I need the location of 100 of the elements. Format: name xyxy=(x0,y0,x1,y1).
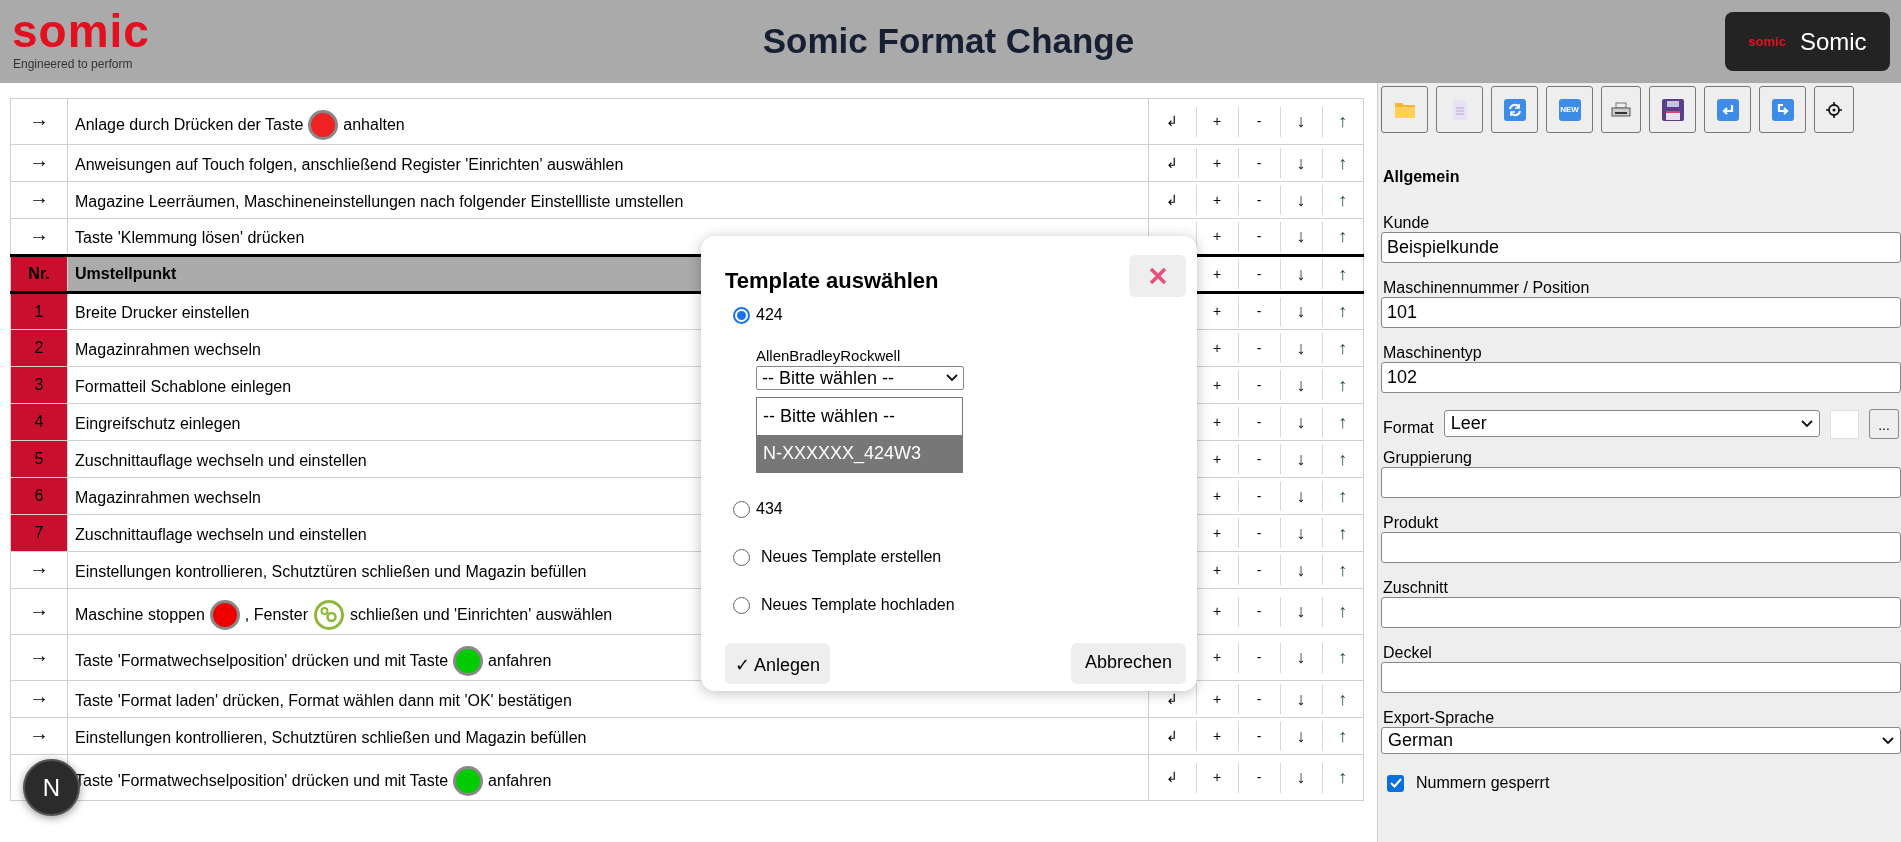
add-button[interactable]: + xyxy=(1212,725,1222,747)
add-button[interactable]: + xyxy=(1212,688,1222,710)
remove-button[interactable]: - xyxy=(1256,647,1262,668)
move-down-button[interactable]: ↓ xyxy=(1296,149,1306,177)
move-down-button[interactable]: ↓ xyxy=(1296,223,1306,250)
add-button[interactable]: + xyxy=(1212,189,1222,211)
color-swatch[interactable] xyxy=(1830,410,1860,439)
add-button[interactable]: + xyxy=(1212,522,1222,544)
undo-button[interactable] xyxy=(1704,86,1751,133)
add-button[interactable]: + xyxy=(1212,601,1222,622)
move-down-button[interactable]: ↓ xyxy=(1296,598,1306,625)
remove-button[interactable]: - xyxy=(1256,448,1262,470)
move-down-button[interactable]: ↓ xyxy=(1296,408,1306,436)
remove-button[interactable]: - xyxy=(1256,601,1262,622)
input-field[interactable] xyxy=(1381,597,1901,628)
insert-button[interactable]: ↲ xyxy=(1166,767,1179,788)
remove-button[interactable]: - xyxy=(1256,767,1262,788)
move-down-button[interactable]: ↓ xyxy=(1296,519,1306,547)
move-down-button[interactable]: ↓ xyxy=(1296,298,1306,325)
language-select[interactable]: German xyxy=(1381,727,1901,754)
input-field[interactable] xyxy=(1381,467,1901,498)
add-button[interactable]: + xyxy=(1212,301,1222,322)
move-up-button[interactable]: ↑ xyxy=(1338,260,1348,288)
document-button[interactable] xyxy=(1436,86,1483,133)
move-up-button[interactable]: ↑ xyxy=(1338,371,1348,399)
dropdown-option[interactable]: N-XXXXXX_424W3 xyxy=(757,435,962,472)
move-up-button[interactable]: ↑ xyxy=(1338,408,1348,436)
refresh-button[interactable] xyxy=(1491,86,1538,133)
remove-button[interactable]: - xyxy=(1256,263,1262,285)
move-up-button[interactable]: ↑ xyxy=(1338,764,1348,791)
move-down-button[interactable]: ↓ xyxy=(1296,260,1306,288)
account-button[interactable]: somic Somic xyxy=(1725,12,1890,71)
move-up-button[interactable]: ↑ xyxy=(1338,149,1348,177)
settings-button[interactable] xyxy=(1814,86,1854,133)
move-down-button[interactable]: ↓ xyxy=(1296,371,1306,399)
add-button[interactable]: + xyxy=(1212,485,1222,507)
input-field[interactable] xyxy=(1381,532,1901,563)
insert-button[interactable]: ↲ xyxy=(1166,152,1179,174)
add-button[interactable]: + xyxy=(1212,559,1222,581)
move-up-button[interactable]: ↑ xyxy=(1338,598,1348,625)
insert-button[interactable]: ↲ xyxy=(1166,725,1179,747)
remove-button[interactable]: - xyxy=(1256,688,1262,710)
format-select[interactable]: Leer xyxy=(1443,410,1821,437)
move-up-button[interactable]: ↑ xyxy=(1338,556,1348,584)
move-up-button[interactable]: ↑ xyxy=(1338,519,1348,547)
close-button[interactable] xyxy=(1129,255,1186,297)
remove-button[interactable]: - xyxy=(1256,226,1262,247)
move-up-button[interactable]: ↑ xyxy=(1338,644,1348,671)
move-up-button[interactable]: ↑ xyxy=(1338,334,1348,362)
move-down-button[interactable]: ↓ xyxy=(1296,764,1306,791)
remove-button[interactable]: - xyxy=(1256,152,1262,174)
move-down-button[interactable]: ↓ xyxy=(1296,644,1306,671)
remove-button[interactable]: - xyxy=(1256,374,1262,396)
move-up-button[interactable]: ↑ xyxy=(1338,108,1348,135)
move-up-button[interactable]: ↑ xyxy=(1338,186,1348,214)
redo-button[interactable] xyxy=(1759,86,1806,133)
more-button[interactable]: ... xyxy=(1869,409,1899,439)
remove-button[interactable]: - xyxy=(1256,522,1262,544)
open-button[interactable] xyxy=(1381,86,1428,133)
radio-button[interactable] xyxy=(733,306,750,324)
create-button[interactable]: ✓ Anlegen xyxy=(725,643,831,684)
move-up-button[interactable]: ↑ xyxy=(1338,445,1348,473)
save-button[interactable] xyxy=(1649,86,1696,133)
move-up-button[interactable]: ↑ xyxy=(1338,298,1348,325)
print-button[interactable] xyxy=(1601,86,1641,133)
input-field[interactable] xyxy=(1381,662,1901,693)
cancel-button[interactable]: Abbrechen xyxy=(1070,643,1186,684)
add-button[interactable]: + xyxy=(1212,767,1222,788)
input-field[interactable]: Beispielkunde xyxy=(1381,232,1901,263)
add-button[interactable]: + xyxy=(1212,111,1222,132)
add-button[interactable]: + xyxy=(1212,411,1222,433)
move-down-button[interactable]: ↓ xyxy=(1296,334,1306,362)
remove-button[interactable]: - xyxy=(1256,111,1262,132)
remove-button[interactable]: - xyxy=(1256,725,1262,747)
add-button[interactable]: + xyxy=(1212,152,1222,174)
add-button[interactable]: + xyxy=(1212,337,1222,359)
remove-button[interactable]: - xyxy=(1256,301,1262,322)
add-button[interactable]: + xyxy=(1212,226,1222,247)
add-button[interactable]: + xyxy=(1212,448,1222,470)
input-field[interactable]: 102 xyxy=(1381,362,1901,393)
add-button[interactable]: + xyxy=(1212,263,1222,285)
remove-button[interactable]: - xyxy=(1256,411,1262,433)
move-down-button[interactable]: ↓ xyxy=(1296,685,1306,713)
move-up-button[interactable]: ↑ xyxy=(1338,482,1348,510)
move-down-button[interactable]: ↓ xyxy=(1296,722,1306,750)
insert-button[interactable]: ↲ xyxy=(1166,688,1179,710)
template-select[interactable]: -- Bitte wählen -- xyxy=(756,366,964,390)
move-up-button[interactable]: ↑ xyxy=(1338,722,1348,750)
remove-button[interactable]: - xyxy=(1256,337,1262,359)
move-down-button[interactable]: ↓ xyxy=(1296,482,1306,510)
input-field[interactable]: 101 xyxy=(1381,297,1901,328)
remove-button[interactable]: - xyxy=(1256,189,1262,211)
move-down-button[interactable]: ↓ xyxy=(1296,108,1306,135)
insert-button[interactable]: ↲ xyxy=(1166,189,1179,211)
insert-button[interactable]: ↲ xyxy=(1166,111,1179,132)
add-button[interactable]: + xyxy=(1212,647,1222,668)
move-down-button[interactable]: ↓ xyxy=(1296,556,1306,584)
move-down-button[interactable]: ↓ xyxy=(1296,445,1306,473)
add-button[interactable]: + xyxy=(1212,374,1222,396)
move-down-button[interactable]: ↓ xyxy=(1296,186,1306,214)
